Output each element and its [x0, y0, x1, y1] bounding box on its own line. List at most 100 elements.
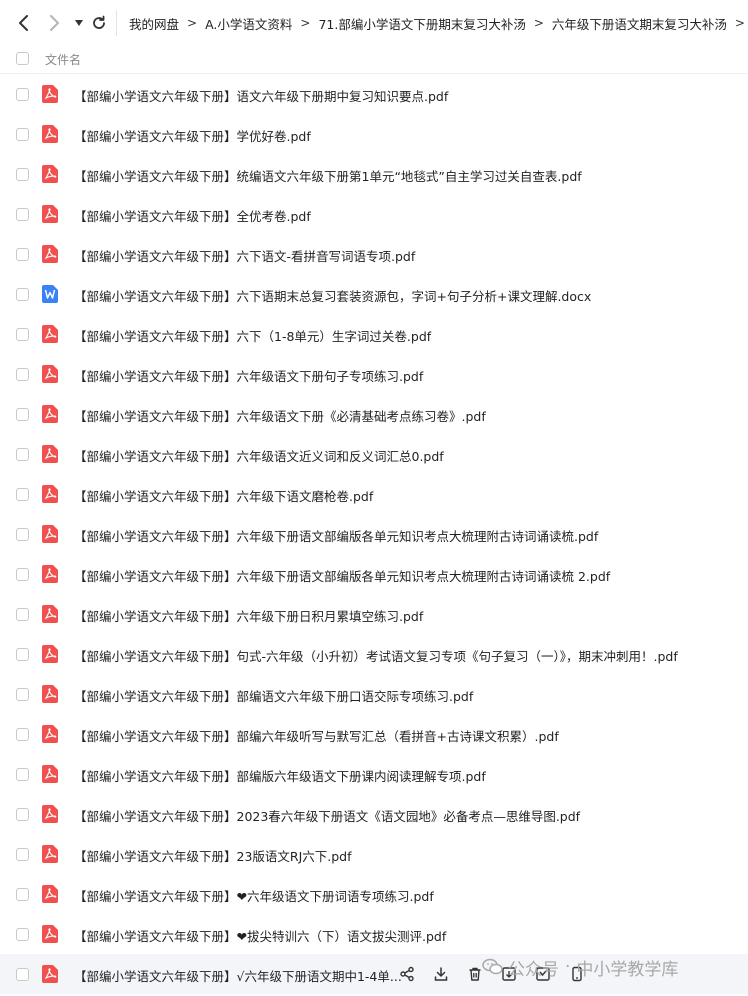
file-row[interactable]: 【部编小学语文六年级下册】六年级下册日积月累填空练习.pdf	[0, 594, 748, 634]
row-checkbox[interactable]	[16, 328, 29, 341]
row-checkbox[interactable]	[16, 568, 29, 581]
file-name[interactable]: 【部编小学语文六年级下册】六下（1-8单元）生字词过关卷.pdf	[74, 326, 431, 345]
file-name[interactable]: 【部编小学语文六年级下册】23版语文RJ六下.pdf	[74, 846, 352, 865]
row-checkbox[interactable]	[16, 688, 29, 701]
file-row[interactable]: 【部编小学语文六年级下册】2023春六年级下册语文《语文园地》必备考点—思维导图…	[0, 794, 748, 834]
file-row[interactable]: 【部编小学语文六年级下册】六年级语文下册《必清基础考点练习卷》.pdf	[0, 394, 748, 434]
file-row[interactable]: 【部编小学语文六年级下册】语文六年级下册期中复习知识要点.pdf	[0, 74, 748, 114]
file-name[interactable]: 【部编小学语文六年级下册】全优考卷.pdf	[74, 206, 311, 225]
breadcrumb-separator: >	[533, 16, 544, 30]
file-row[interactable]: 【部编小学语文六年级下册】六年级语文近义词和反义词汇总0.pdf	[0, 434, 748, 474]
chevron-right-icon[interactable]	[45, 14, 63, 32]
file-row[interactable]: 【部编小学语文六年级下册】句式-六年级（小升初）考试语文复习专项《句子复习（一）…	[0, 634, 748, 674]
row-checkbox[interactable]	[16, 488, 29, 501]
row-checkbox[interactable]	[16, 288, 29, 301]
row-checkbox[interactable]	[16, 208, 29, 221]
row-checkbox[interactable]	[16, 168, 29, 181]
pdf-file-icon	[41, 765, 59, 783]
file-row[interactable]: 【部编小学语文六年级下册】❤拔尖特训六（下）语文拔尖测评.pdf	[0, 914, 748, 954]
pdf-file-icon	[41, 205, 59, 223]
row-checkbox[interactable]	[16, 848, 29, 861]
file-name[interactable]: 【部编小学语文六年级下册】❤拔尖特训六（下）语文拔尖测评.pdf	[74, 926, 446, 945]
row-checkbox[interactable]	[16, 928, 29, 941]
pdf-file-icon	[41, 165, 59, 183]
row-checkbox[interactable]	[16, 368, 29, 381]
file-row[interactable]: 【部编小学语文六年级下册】部编六年级听写与默写汇总（看拼音+古诗课文积累）.pd…	[0, 714, 748, 754]
file-name[interactable]: 【部编小学语文六年级下册】六年级语文下册句子专项练习.pdf	[74, 366, 423, 385]
row-checkbox[interactable]	[16, 528, 29, 541]
pdf-file-icon	[41, 725, 59, 743]
file-name[interactable]: 【部编小学语文六年级下册】部编版六年级语文下册课内阅读理解专项.pdf	[74, 766, 486, 785]
file-row[interactable]: 【部编小学语文六年级下册】部编语文六年级下册口语交际专项练习.pdf	[0, 674, 748, 714]
pdf-file-icon	[41, 125, 59, 143]
file-row[interactable]: 【部编小学语文六年级下册】❤六年级语文下册词语专项练习.pdf	[0, 874, 748, 914]
file-name[interactable]: 【部编小学语文六年级下册】学优好卷.pdf	[74, 126, 311, 145]
row-checkbox[interactable]	[16, 248, 29, 261]
file-name[interactable]: 【部编小学语文六年级下册】统编语文六年级下册第1单元“地毯式”自主学习过关自查表…	[74, 166, 582, 185]
refresh-icon[interactable]	[90, 14, 108, 32]
breadcrumb-item[interactable]: A.小学语文资料	[205, 14, 292, 33]
file-name[interactable]: 【部编小学语文六年级下册】❤六年级语文下册词语专项练习.pdf	[74, 886, 434, 905]
pdf-file-icon	[41, 685, 59, 703]
file-name[interactable]: 【部编小学语文六年级下册】六年级下册日积月累填空练习.pdf	[74, 606, 423, 625]
chevron-left-icon[interactable]	[15, 14, 33, 32]
breadcrumb-separator: >	[300, 16, 311, 30]
row-checkbox[interactable]	[16, 808, 29, 821]
breadcrumb-item[interactable]: 71.部编小学语文下册期末复习大补汤	[318, 14, 525, 33]
row-checkbox[interactable]	[16, 888, 29, 901]
pdf-file-icon	[41, 405, 59, 423]
pdf-file-icon	[41, 805, 59, 823]
pdf-file-icon	[41, 245, 59, 263]
file-row[interactable]: 【部编小学语文六年级下册】六年级下册语文部编版各单元知识考点大梳理附古诗词诵读梳…	[0, 514, 748, 554]
column-header-name[interactable]: 文件名	[45, 51, 81, 68]
file-name[interactable]: 【部编小学语文六年级下册】√六年级下册语文期中1-4单...	[74, 966, 402, 985]
row-checkbox[interactable]	[16, 608, 29, 621]
file-name[interactable]: 【部编小学语文六年级下册】部编语文六年级下册口语交际专项练习.pdf	[74, 686, 473, 705]
row-checkbox[interactable]	[16, 88, 29, 101]
breadcrumb-item-root[interactable]: 我的网盘	[129, 14, 179, 33]
file-row[interactable]: 【部编小学语文六年级下册】六下语文-看拼音写词语专项.pdf	[0, 234, 748, 274]
file-row[interactable]: 【部编小学语文六年级下册】六年级语文下册句子专项练习.pdf	[0, 354, 748, 394]
file-name[interactable]: 【部编小学语文六年级下册】六年级下册语文部编版各单元知识考点大梳理附古诗词诵读梳…	[74, 566, 610, 585]
row-checkbox[interactable]	[16, 408, 29, 421]
pdf-file-icon	[41, 925, 59, 943]
file-row[interactable]: 【部编小学语文六年级下册】六年级下语文磨枪卷.pdf	[0, 474, 748, 514]
breadcrumb-item-current[interactable]: 六年级下册语文期末复习大补汤	[552, 14, 727, 33]
file-name[interactable]: 【部编小学语文六年级下册】六下语文-看拼音写词语专项.pdf	[74, 246, 415, 265]
row-checkbox[interactable]	[16, 768, 29, 781]
file-name[interactable]: 【部编小学语文六年级下册】六年级下语文磨枪卷.pdf	[74, 486, 373, 505]
file-name[interactable]: 【部编小学语文六年级下册】六年级语文下册《必清基础考点练习卷》.pdf	[74, 406, 486, 425]
pdf-file-icon	[41, 325, 59, 343]
file-row[interactable]: 【部编小学语文六年级下册】学优好卷.pdf	[0, 114, 748, 154]
breadcrumb: 我的网盘 > A.小学语文资料 > 71.部编小学语文下册期末复习大补汤 > 六…	[129, 0, 748, 46]
file-row[interactable]: 【部编小学语文六年级下册】部编版六年级语文下册课内阅读理解专项.pdf	[0, 754, 748, 794]
select-all-checkbox[interactable]	[16, 52, 29, 65]
file-name[interactable]: 【部编小学语文六年级下册】六下语期末总复习套装资源包，字词+句子分析+课文理解.…	[74, 286, 591, 305]
pdf-file-icon	[41, 525, 59, 543]
file-name[interactable]: 【部编小学语文六年级下册】2023春六年级下册语文《语文园地》必备考点—思维导图…	[74, 806, 580, 825]
file-name[interactable]: 【部编小学语文六年级下册】句式-六年级（小升初）考试语文复习专项《句子复习（一）…	[74, 646, 678, 665]
file-name[interactable]: 【部编小学语文六年级下册】六年级下册语文部编版各单元知识考点大梳理附古诗词诵读梳…	[74, 526, 598, 545]
row-checkbox[interactable]	[16, 648, 29, 661]
file-name[interactable]: 【部编小学语文六年级下册】六年级语文近义词和反义词汇总0.pdf	[74, 446, 444, 465]
row-checkbox[interactable]	[16, 968, 29, 981]
file-list: 【部编小学语文六年级下册】语文六年级下册期中复习知识要点.pdf 【部编小学语文六…	[0, 74, 748, 994]
caret-down-icon[interactable]	[70, 14, 88, 32]
file-name[interactable]: 【部编小学语文六年级下册】语文六年级下册期中复习知识要点.pdf	[74, 86, 448, 105]
share-icon[interactable]	[398, 965, 416, 983]
file-row[interactable]: 【部编小学语文六年级下册】六年级下册语文部编版各单元知识考点大梳理附古诗词诵读梳…	[0, 554, 748, 594]
word-file-icon	[41, 285, 59, 303]
row-checkbox[interactable]	[16, 448, 29, 461]
breadcrumb-separator: >	[187, 16, 198, 30]
pdf-file-icon	[41, 485, 59, 503]
row-checkbox[interactable]	[16, 728, 29, 741]
watermark-dot: ·	[565, 957, 571, 977]
file-row[interactable]: 【部编小学语文六年级下册】23版语文RJ六下.pdf	[0, 834, 748, 874]
row-checkbox[interactable]	[16, 128, 29, 141]
file-row[interactable]: 【部编小学语文六年级下册】全优考卷.pdf	[0, 194, 748, 234]
file-row[interactable]: 【部编小学语文六年级下册】统编语文六年级下册第1单元“地毯式”自主学习过关自查表…	[0, 154, 748, 194]
download-icon[interactable]	[432, 965, 450, 983]
file-row[interactable]: 【部编小学语文六年级下册】六下（1-8单元）生字词过关卷.pdf	[0, 314, 748, 354]
file-name[interactable]: 【部编小学语文六年级下册】部编六年级听写与默写汇总（看拼音+古诗课文积累）.pd…	[74, 726, 559, 745]
file-row[interactable]: 【部编小学语文六年级下册】六下语期末总复习套装资源包，字词+句子分析+课文理解.…	[0, 274, 748, 314]
